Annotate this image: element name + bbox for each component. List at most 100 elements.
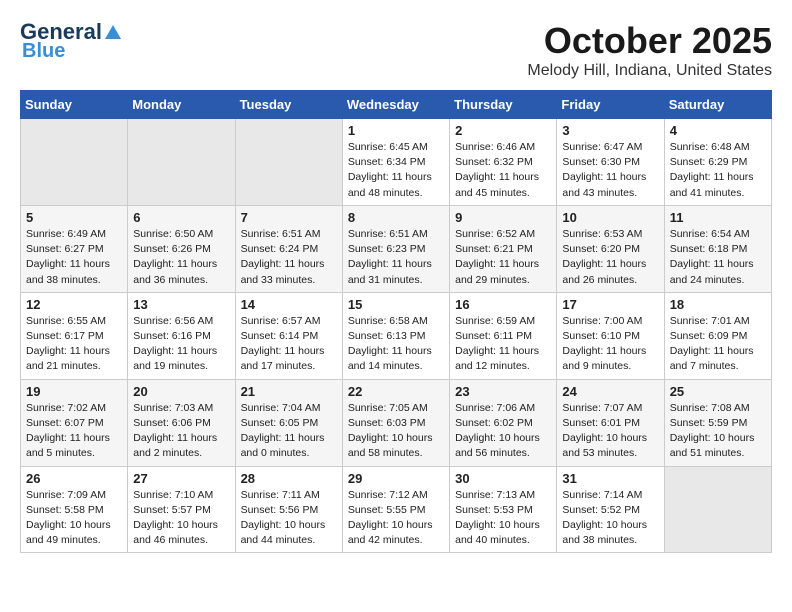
day-info: Sunrise: 7:10 AM Sunset: 5:57 PM Dayligh… bbox=[133, 488, 229, 549]
calendar-cell: 28Sunrise: 7:11 AM Sunset: 5:56 PM Dayli… bbox=[235, 466, 342, 553]
logo: General Blue bbox=[20, 20, 122, 62]
calendar-cell: 2 Sunrise: 6:46 AM Sunset: 6:32 PM Daylig… bbox=[450, 119, 557, 206]
day-info: Sunrise: 6:59 AM Sunset: 6:11 PM Dayligh… bbox=[455, 314, 551, 375]
month-title: October 2025 bbox=[527, 20, 772, 62]
day-info: Sunrise: 6:48 AM Sunset: 6:29 PM Dayligh… bbox=[670, 140, 766, 201]
calendar-cell: 27Sunrise: 7:10 AM Sunset: 5:57 PM Dayli… bbox=[128, 466, 235, 553]
calendar-cell: 12 Sunrise: 6:55 AM Sunset: 6:17 PM Dayli… bbox=[21, 292, 128, 379]
day-number: 18 bbox=[670, 297, 766, 312]
day-number: 3 bbox=[562, 123, 658, 138]
day-number: 13 bbox=[133, 297, 229, 312]
calendar-cell: 13 Sunrise: 6:56 AM Sunset: 6:16 PM Dayli… bbox=[128, 292, 235, 379]
day-number: 29 bbox=[348, 471, 444, 486]
day-number: 24 bbox=[562, 384, 658, 399]
day-number: 22 bbox=[348, 384, 444, 399]
calendar-cell: 29 Sunrise: 7:12 AM Sunset: 5:55 PM Dayli… bbox=[342, 466, 449, 553]
day-number: 8 bbox=[348, 210, 444, 225]
day-info: Sunrise: 6:56 AM Sunset: 6:16 PM Dayligh… bbox=[133, 314, 229, 375]
calendar-cell: 7 Sunrise: 6:51 AM Sunset: 6:24 PM Daylig… bbox=[235, 205, 342, 292]
day-header-sunday: Sunday bbox=[21, 91, 128, 119]
calendar-week-row: 1 Sunrise: 6:45 AM Sunset: 6:34 PM Daylig… bbox=[21, 119, 772, 206]
day-number: 10 bbox=[562, 210, 658, 225]
calendar-header-row: SundayMondayTuesdayWednesdayThursdayFrid… bbox=[21, 91, 772, 119]
calendar-cell: 21Sunrise: 7:04 AM Sunset: 6:05 PM Dayli… bbox=[235, 379, 342, 466]
day-number: 30 bbox=[455, 471, 551, 486]
location: Melody Hill, Indiana, United States bbox=[527, 62, 772, 80]
calendar-cell: 5 Sunrise: 6:49 AM Sunset: 6:27 PM Daylig… bbox=[21, 205, 128, 292]
day-number: 6 bbox=[133, 210, 229, 225]
day-info: Sunrise: 6:46 AM Sunset: 6:32 PM Dayligh… bbox=[455, 140, 551, 201]
day-number: 15 bbox=[348, 297, 444, 312]
day-info: Sunrise: 6:57 AM Sunset: 6:14 PM Dayligh… bbox=[241, 314, 337, 375]
calendar-cell: 16 Sunrise: 6:59 AM Sunset: 6:11 PM Dayli… bbox=[450, 292, 557, 379]
day-number: 17 bbox=[562, 297, 658, 312]
calendar-cell: 1 Sunrise: 6:45 AM Sunset: 6:34 PM Daylig… bbox=[342, 119, 449, 206]
calendar-cell: 8 Sunrise: 6:51 AM Sunset: 6:23 PM Daylig… bbox=[342, 205, 449, 292]
calendar-cell bbox=[235, 119, 342, 206]
day-number: 7 bbox=[241, 210, 337, 225]
day-info: Sunrise: 6:55 AM Sunset: 6:17 PM Dayligh… bbox=[26, 314, 122, 375]
logo-text-blue: Blue bbox=[22, 40, 65, 62]
calendar-cell: 14 Sunrise: 6:57 AM Sunset: 6:14 PM Dayli… bbox=[235, 292, 342, 379]
day-number: 12 bbox=[26, 297, 122, 312]
day-number: 23 bbox=[455, 384, 551, 399]
day-info: Sunrise: 6:47 AM Sunset: 6:30 PM Dayligh… bbox=[562, 140, 658, 201]
day-number: 5 bbox=[26, 210, 122, 225]
day-number: 14 bbox=[241, 297, 337, 312]
day-info: Sunrise: 6:45 AM Sunset: 6:34 PM Dayligh… bbox=[348, 140, 444, 201]
day-info: Sunrise: 6:51 AM Sunset: 6:23 PM Dayligh… bbox=[348, 227, 444, 288]
calendar-cell: 9 Sunrise: 6:52 AM Sunset: 6:21 PM Daylig… bbox=[450, 205, 557, 292]
day-number: 4 bbox=[670, 123, 766, 138]
day-header-friday: Friday bbox=[557, 91, 664, 119]
day-info: Sunrise: 7:13 AM Sunset: 5:53 PM Dayligh… bbox=[455, 488, 551, 549]
calendar-week-row: 19Sunrise: 7:02 AM Sunset: 6:07 PM Dayli… bbox=[21, 379, 772, 466]
calendar-table: SundayMondayTuesdayWednesdayThursdayFrid… bbox=[20, 90, 772, 553]
day-number: 31 bbox=[562, 471, 658, 486]
day-number: 11 bbox=[670, 210, 766, 225]
calendar-week-row: 26Sunrise: 7:09 AM Sunset: 5:58 PM Dayli… bbox=[21, 466, 772, 553]
day-info: Sunrise: 7:05 AM Sunset: 6:03 PM Dayligh… bbox=[348, 401, 444, 462]
day-header-tuesday: Tuesday bbox=[235, 91, 342, 119]
page-header: General Blue October 2025 Melody Hill, I… bbox=[20, 20, 772, 80]
day-number: 2 bbox=[455, 123, 551, 138]
calendar-cell: 15 Sunrise: 6:58 AM Sunset: 6:13 PM Dayli… bbox=[342, 292, 449, 379]
day-number: 9 bbox=[455, 210, 551, 225]
day-info: Sunrise: 7:02 AM Sunset: 6:07 PM Dayligh… bbox=[26, 401, 122, 462]
calendar-cell: 10 Sunrise: 6:53 AM Sunset: 6:20 PM Dayli… bbox=[557, 205, 664, 292]
calendar-cell: 30 Sunrise: 7:13 AM Sunset: 5:53 PM Dayli… bbox=[450, 466, 557, 553]
day-info: Sunrise: 7:12 AM Sunset: 5:55 PM Dayligh… bbox=[348, 488, 444, 549]
calendar-cell: 3 Sunrise: 6:47 AM Sunset: 6:30 PM Daylig… bbox=[557, 119, 664, 206]
day-info: Sunrise: 7:03 AM Sunset: 6:06 PM Dayligh… bbox=[133, 401, 229, 462]
day-info: Sunrise: 6:51 AM Sunset: 6:24 PM Dayligh… bbox=[241, 227, 337, 288]
calendar-cell: 31Sunrise: 7:14 AM Sunset: 5:52 PM Dayli… bbox=[557, 466, 664, 553]
day-info: Sunrise: 6:49 AM Sunset: 6:27 PM Dayligh… bbox=[26, 227, 122, 288]
calendar-cell: 11Sunrise: 6:54 AM Sunset: 6:18 PM Dayli… bbox=[664, 205, 771, 292]
day-info: Sunrise: 6:58 AM Sunset: 6:13 PM Dayligh… bbox=[348, 314, 444, 375]
calendar-cell: 6 Sunrise: 6:50 AM Sunset: 6:26 PM Daylig… bbox=[128, 205, 235, 292]
logo-icon bbox=[104, 23, 122, 41]
day-header-monday: Monday bbox=[128, 91, 235, 119]
day-number: 16 bbox=[455, 297, 551, 312]
day-header-wednesday: Wednesday bbox=[342, 91, 449, 119]
calendar-cell: 23 Sunrise: 7:06 AM Sunset: 6:02 PM Dayli… bbox=[450, 379, 557, 466]
calendar-cell: 4 Sunrise: 6:48 AM Sunset: 6:29 PM Daylig… bbox=[664, 119, 771, 206]
day-info: Sunrise: 7:07 AM Sunset: 6:01 PM Dayligh… bbox=[562, 401, 658, 462]
calendar-cell: 18Sunrise: 7:01 AM Sunset: 6:09 PM Dayli… bbox=[664, 292, 771, 379]
calendar-cell bbox=[128, 119, 235, 206]
day-info: Sunrise: 6:52 AM Sunset: 6:21 PM Dayligh… bbox=[455, 227, 551, 288]
day-info: Sunrise: 7:06 AM Sunset: 6:02 PM Dayligh… bbox=[455, 401, 551, 462]
day-number: 21 bbox=[241, 384, 337, 399]
calendar-cell: 19Sunrise: 7:02 AM Sunset: 6:07 PM Dayli… bbox=[21, 379, 128, 466]
day-info: Sunrise: 7:11 AM Sunset: 5:56 PM Dayligh… bbox=[241, 488, 337, 549]
day-info: Sunrise: 6:53 AM Sunset: 6:20 PM Dayligh… bbox=[562, 227, 658, 288]
day-number: 1 bbox=[348, 123, 444, 138]
day-number: 26 bbox=[26, 471, 122, 486]
calendar-cell: 24 Sunrise: 7:07 AM Sunset: 6:01 PM Dayli… bbox=[557, 379, 664, 466]
day-info: Sunrise: 7:08 AM Sunset: 5:59 PM Dayligh… bbox=[670, 401, 766, 462]
calendar-cell: 22 Sunrise: 7:05 AM Sunset: 6:03 PM Dayli… bbox=[342, 379, 449, 466]
calendar-cell: 26Sunrise: 7:09 AM Sunset: 5:58 PM Dayli… bbox=[21, 466, 128, 553]
day-info: Sunrise: 6:50 AM Sunset: 6:26 PM Dayligh… bbox=[133, 227, 229, 288]
calendar-week-row: 5 Sunrise: 6:49 AM Sunset: 6:27 PM Daylig… bbox=[21, 205, 772, 292]
calendar-cell: 25 Sunrise: 7:08 AM Sunset: 5:59 PM Dayli… bbox=[664, 379, 771, 466]
day-number: 25 bbox=[670, 384, 766, 399]
